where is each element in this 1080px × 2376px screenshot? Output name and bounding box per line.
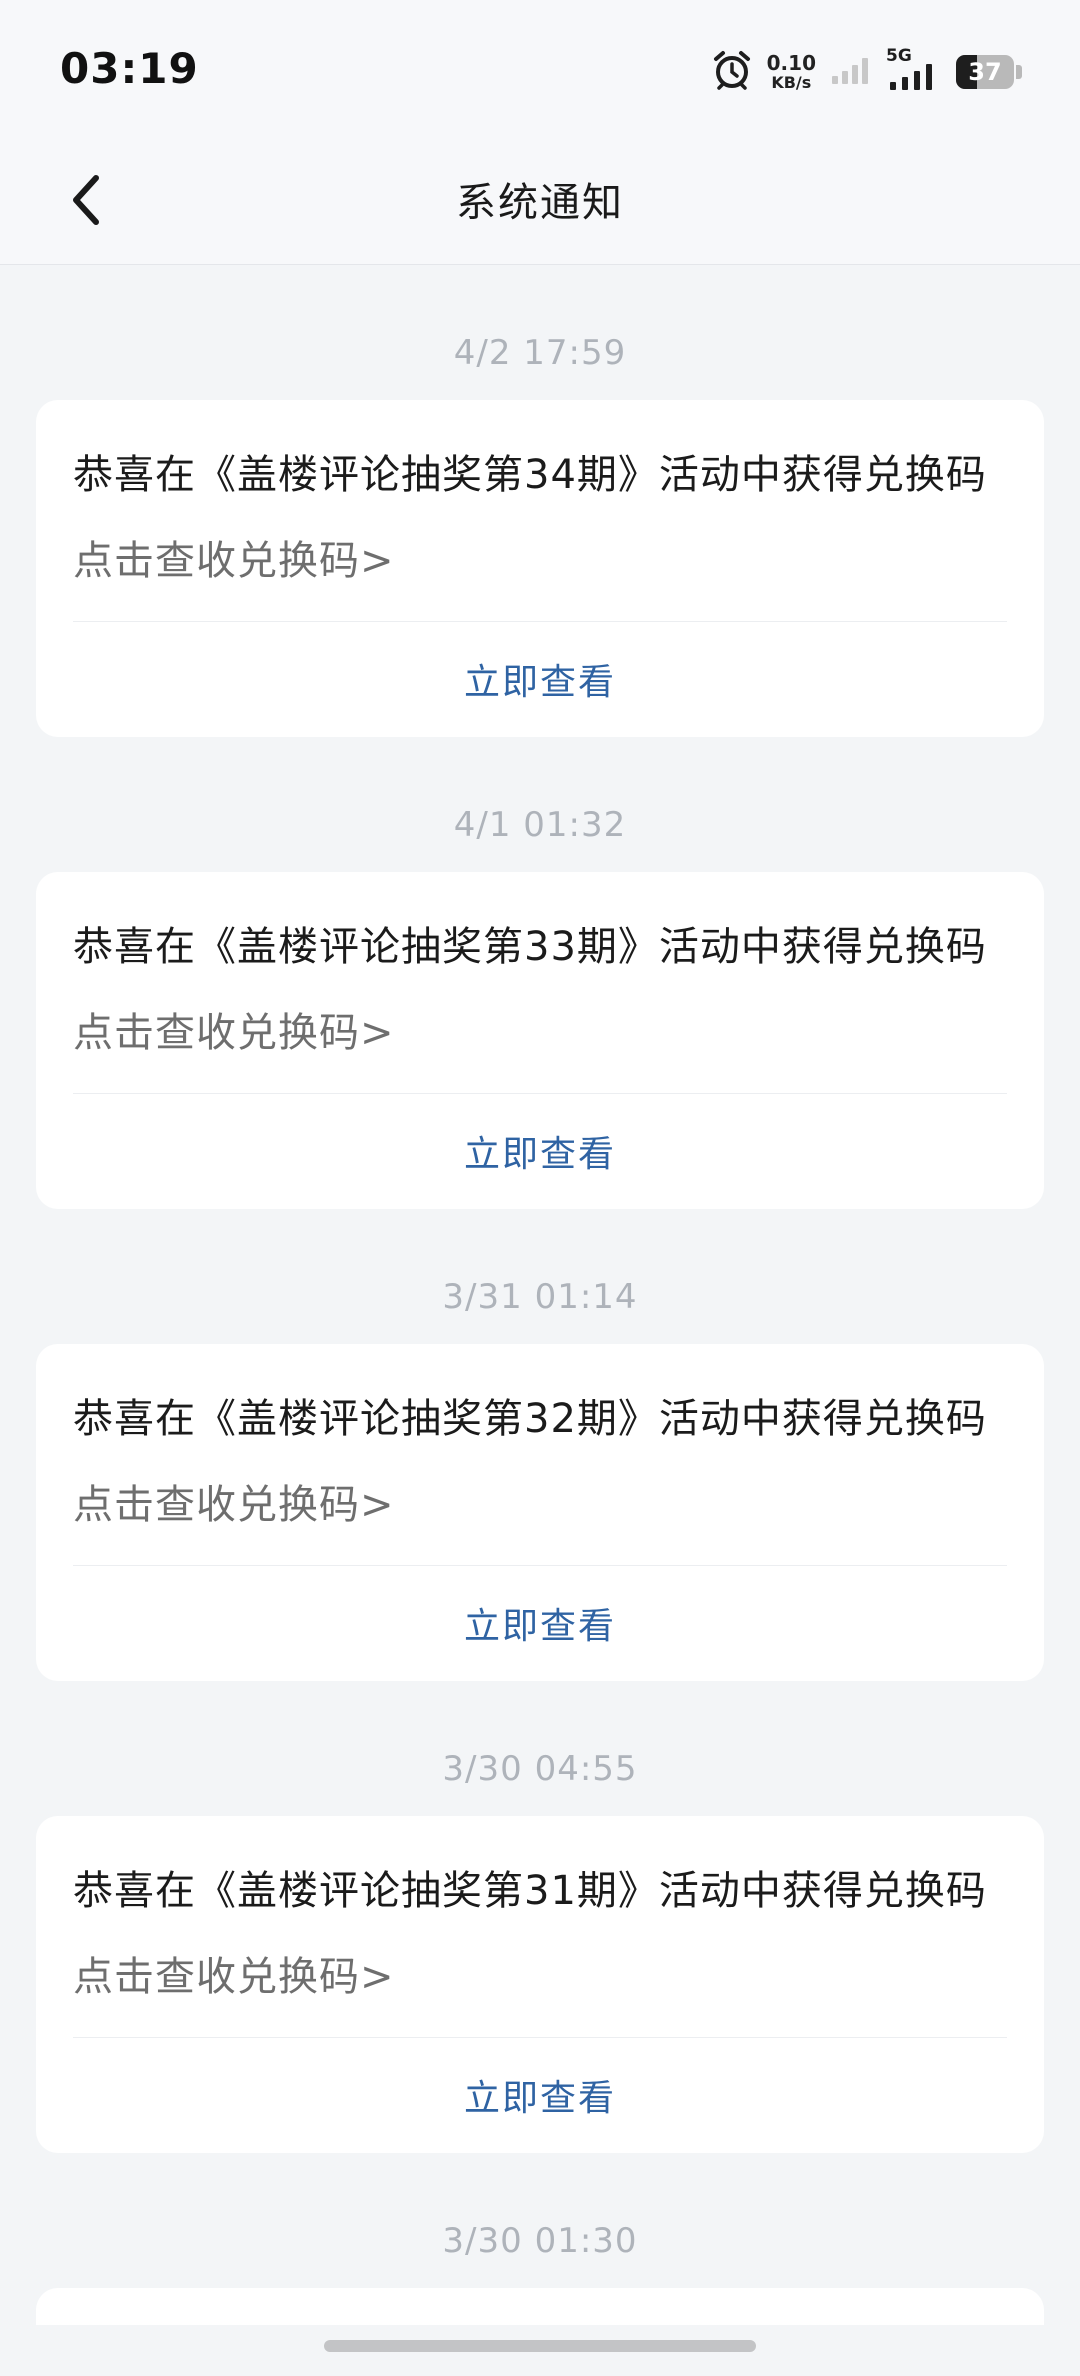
notification-time: 3/30 01:30 <box>442 2221 638 2261</box>
battery-cap <box>1016 65 1022 79</box>
home-indicator[interactable] <box>324 2340 756 2352</box>
notification-item: 4/2 17:59 恭喜在《盖楼评论抽奖第34期》活动中获得兑换码 点击查收兑换… <box>0 265 1080 737</box>
notification-card[interactable]: 恭喜在《盖楼评论抽奖第32期》活动中获得兑换码 点击查收兑换码> 立即查看 <box>36 1344 1044 1681</box>
alarm-clock-icon <box>711 49 753 95</box>
notification-time: 3/31 01:14 <box>442 1277 638 1317</box>
view-now-button[interactable]: 立即查看 <box>36 1565 1044 1681</box>
notification-item: 4/1 01:32 恭喜在《盖楼评论抽奖第33期》活动中获得兑换码 点击查收兑换… <box>0 737 1080 1209</box>
notification-subtitle-link[interactable]: 点击查收兑换码> <box>73 1944 395 2002</box>
notification-time: 4/2 17:59 <box>453 333 627 373</box>
battery-level: 37 <box>968 58 1002 86</box>
page-title: 系统通知 <box>456 180 624 226</box>
view-now-button[interactable]: 立即查看 <box>36 1093 1044 1209</box>
notification-card[interactable]: 恭喜在《盖楼评论抽奖第34期》活动中获得兑换码 点击查收兑换码> 立即查看 <box>36 400 1044 737</box>
notification-title: 恭喜在《盖楼评论抽奖第32期》活动中获得兑换码 <box>73 1396 987 1442</box>
notification-subtitle-link[interactable]: 点击查收兑换码> <box>73 528 395 586</box>
notification-card[interactable] <box>36 2288 1044 2325</box>
notification-subtitle-link[interactable]: 点击查收兑换码> <box>73 1000 395 1058</box>
signal-5g-icon: 5G <box>886 48 942 92</box>
notification-title: 恭喜在《盖楼评论抽奖第33期》活动中获得兑换码 <box>73 924 987 970</box>
notification-card[interactable]: 恭喜在《盖楼评论抽奖第33期》活动中获得兑换码 点击查收兑换码> 立即查看 <box>36 872 1044 1209</box>
battery-icon: 37 <box>956 55 1014 89</box>
view-now-button[interactable]: 立即查看 <box>36 621 1044 737</box>
notification-time: 4/1 01:32 <box>453 805 627 845</box>
notification-title: 恭喜在《盖楼评论抽奖第34期》活动中获得兑换码 <box>73 452 987 498</box>
notification-subtitle-link[interactable]: 点击查收兑换码> <box>73 1472 395 1530</box>
notification-item: 3/31 01:14 恭喜在《盖楼评论抽奖第32期》活动中获得兑换码 点击查收兑… <box>0 1209 1080 1681</box>
notification-item: 3/30 04:55 恭喜在《盖楼评论抽奖第31期》活动中获得兑换码 点击查收兑… <box>0 1681 1080 2153</box>
notification-list[interactable]: 4/2 17:59 恭喜在《盖楼评论抽奖第34期》活动中获得兑换码 点击查收兑换… <box>0 265 1080 2325</box>
signal-weak-icon <box>830 55 872 89</box>
status-time: 03:19 <box>60 44 199 93</box>
view-now-button[interactable]: 立即查看 <box>36 2037 1044 2153</box>
notification-card[interactable]: 恭喜在《盖楼评论抽奖第31期》活动中获得兑换码 点击查收兑换码> 立即查看 <box>36 1816 1044 2153</box>
status-indicators: 0.10 KB/s 5G 37 <box>711 48 1022 96</box>
notification-title: 恭喜在《盖楼评论抽奖第31期》活动中获得兑换码 <box>73 1868 987 1914</box>
network-speed: 0.10 KB/s <box>767 53 816 91</box>
navigation-header: 系统通知 <box>0 140 1080 265</box>
network-speed-value: 0.10 <box>766 51 816 75</box>
notification-item: 3/30 01:30 <box>0 2153 1080 2325</box>
notification-time: 3/30 04:55 <box>442 1749 638 1789</box>
network-speed-unit: KB/s <box>771 73 812 92</box>
status-bar: 03:19 0.10 KB/s 5G 37 <box>0 0 1080 140</box>
